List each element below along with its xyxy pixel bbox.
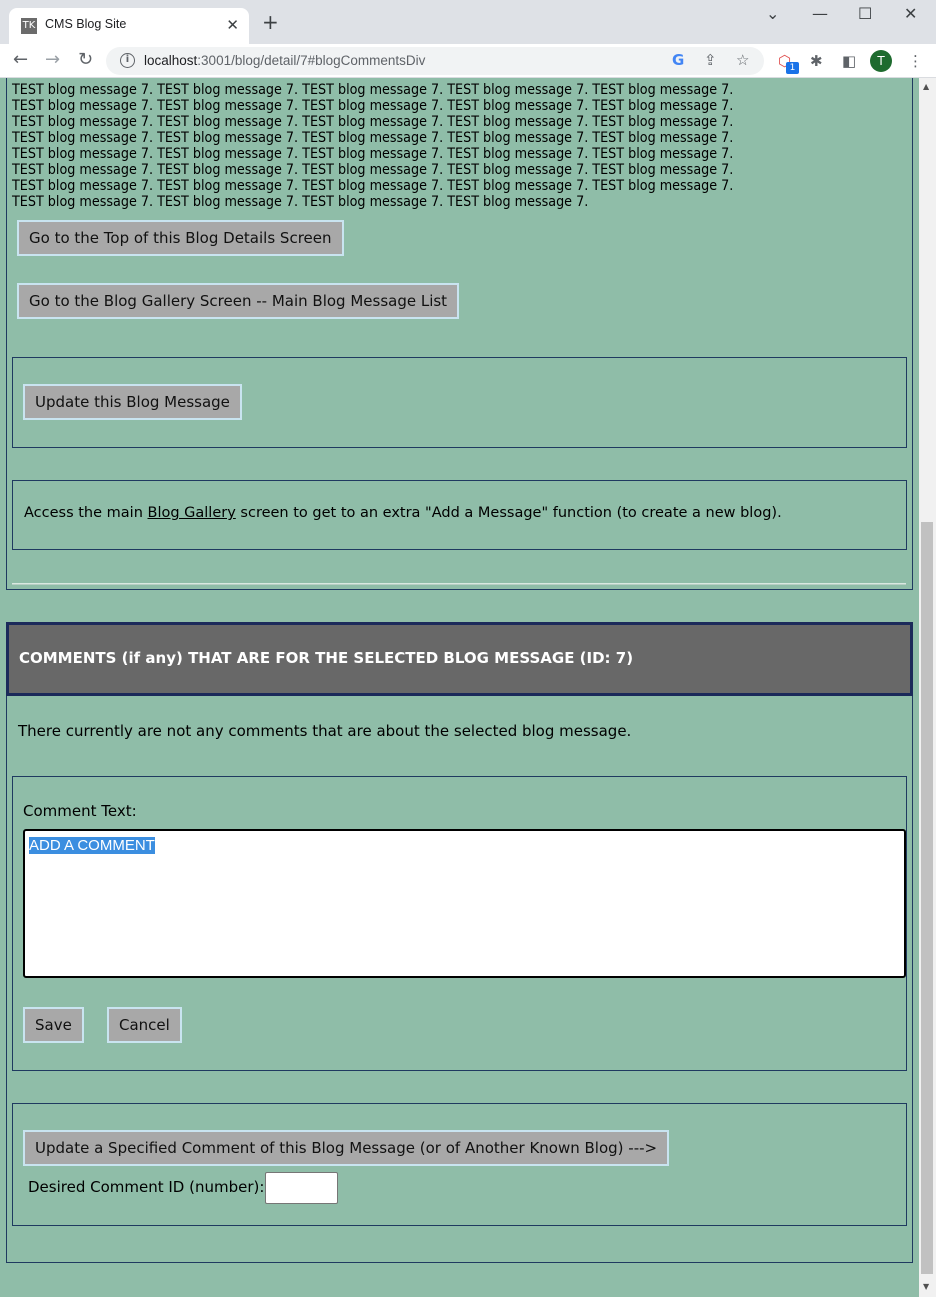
blog-message-line: TEST blog message 7. TEST blog message 7… (12, 146, 734, 162)
menu-kebab-icon[interactable]: ⋮ (908, 52, 923, 70)
gallery-info-text: Access the main Blog Gallery screen to g… (24, 505, 782, 521)
side-panel-icon[interactable]: ◧ (842, 52, 856, 70)
extension-badge: 1 (786, 62, 799, 74)
vertical-scrollbar[interactable]: ▲ ▼ (919, 78, 936, 1297)
go-gallery-button[interactable]: Go to the Blog Gallery Screen -- Main Bl… (17, 283, 460, 319)
profile-avatar[interactable]: T (870, 50, 892, 72)
comment-textarea[interactable]: ADD A COMMENT (23, 829, 906, 978)
scroll-thumb[interactable] (921, 522, 933, 1274)
page-content: TEST blog message 7. TEST blog message 7… (0, 78, 919, 1297)
blog-message-line: TEST blog message 7. TEST blog message 7… (12, 162, 734, 178)
scroll-up-icon[interactable]: ▲ (923, 82, 929, 91)
close-tab-icon[interactable]: ✕ (226, 16, 239, 34)
minimize-icon[interactable]: — (812, 4, 828, 23)
blog-message-line: TEST blog message 7. TEST blog message 7… (12, 194, 589, 210)
tab-title: CMS Blog Site (45, 17, 127, 31)
address-bar[interactable]: i localhost:3001/blog/detail/7#blogComme… (106, 47, 764, 75)
browser-tab[interactable]: TK CMS Blog Site ✕ (9, 8, 249, 44)
google-lens-icon[interactable]: G (672, 51, 684, 69)
site-info-icon[interactable]: i (120, 53, 135, 68)
reload-icon[interactable]: ↻ (78, 50, 93, 70)
tab-search-icon[interactable]: ⌄ (766, 4, 779, 23)
browser-toolbar: ← → ↻ i localhost:3001/blog/detail/7#blo… (0, 44, 936, 78)
save-button[interactable]: Save (23, 1007, 84, 1043)
url-text: localhost:3001/blog/detail/7#blogComment… (144, 53, 426, 68)
blog-message-line: TEST blog message 7. TEST blog message 7… (12, 130, 734, 146)
blog-message-line: TEST blog message 7. TEST blog message 7… (12, 82, 734, 98)
forward-icon[interactable]: → (45, 50, 60, 70)
blog-gallery-link[interactable]: Blog Gallery (148, 505, 236, 521)
maximize-icon[interactable]: ☐ (858, 4, 872, 23)
divider (12, 583, 906, 585)
extensions-puzzle-icon[interactable]: ✱ (810, 52, 823, 70)
blog-message-body: TEST blog message 7. TEST blog message 7… (12, 82, 892, 210)
comment-id-input[interactable] (265, 1172, 338, 1204)
back-icon[interactable]: ← (13, 50, 28, 70)
blog-message-line: TEST blog message 7. TEST blog message 7… (12, 178, 734, 194)
share-icon[interactable]: ⇪ (704, 51, 717, 69)
blog-message-line: TEST blog message 7. TEST blog message 7… (12, 114, 734, 130)
favicon-icon: TK (21, 18, 37, 34)
update-specified-comment-button[interactable]: Update a Specified Comment of this Blog … (23, 1130, 670, 1166)
new-tab-icon[interactable]: + (262, 12, 279, 32)
go-top-button[interactable]: Go to the Top of this Blog Details Scree… (17, 220, 344, 256)
bookmark-star-icon[interactable]: ☆ (736, 51, 749, 69)
update-blog-button[interactable]: Update this Blog Message (23, 384, 242, 420)
comment-text-label: Comment Text: (23, 802, 137, 820)
scroll-down-icon[interactable]: ▼ (923, 1282, 929, 1291)
cancel-button[interactable]: Cancel (107, 1007, 182, 1043)
comments-header: COMMENTS (if any) THAT ARE FOR THE SELEC… (6, 622, 913, 696)
blog-message-line: TEST blog message 7. TEST blog message 7… (12, 98, 734, 114)
desired-comment-id-label: Desired Comment ID (number): (28, 1178, 265, 1196)
comment-textarea-value: ADD A COMMENT (29, 837, 155, 854)
close-window-icon[interactable]: ✕ (904, 4, 917, 23)
no-comments-text: There currently are not any comments tha… (18, 722, 632, 740)
browser-tab-strip: TK CMS Blog Site ✕ + ⌄ — ☐ ✕ (0, 0, 936, 44)
comments-header-title: COMMENTS (if any) THAT ARE FOR THE SELEC… (19, 649, 634, 667)
